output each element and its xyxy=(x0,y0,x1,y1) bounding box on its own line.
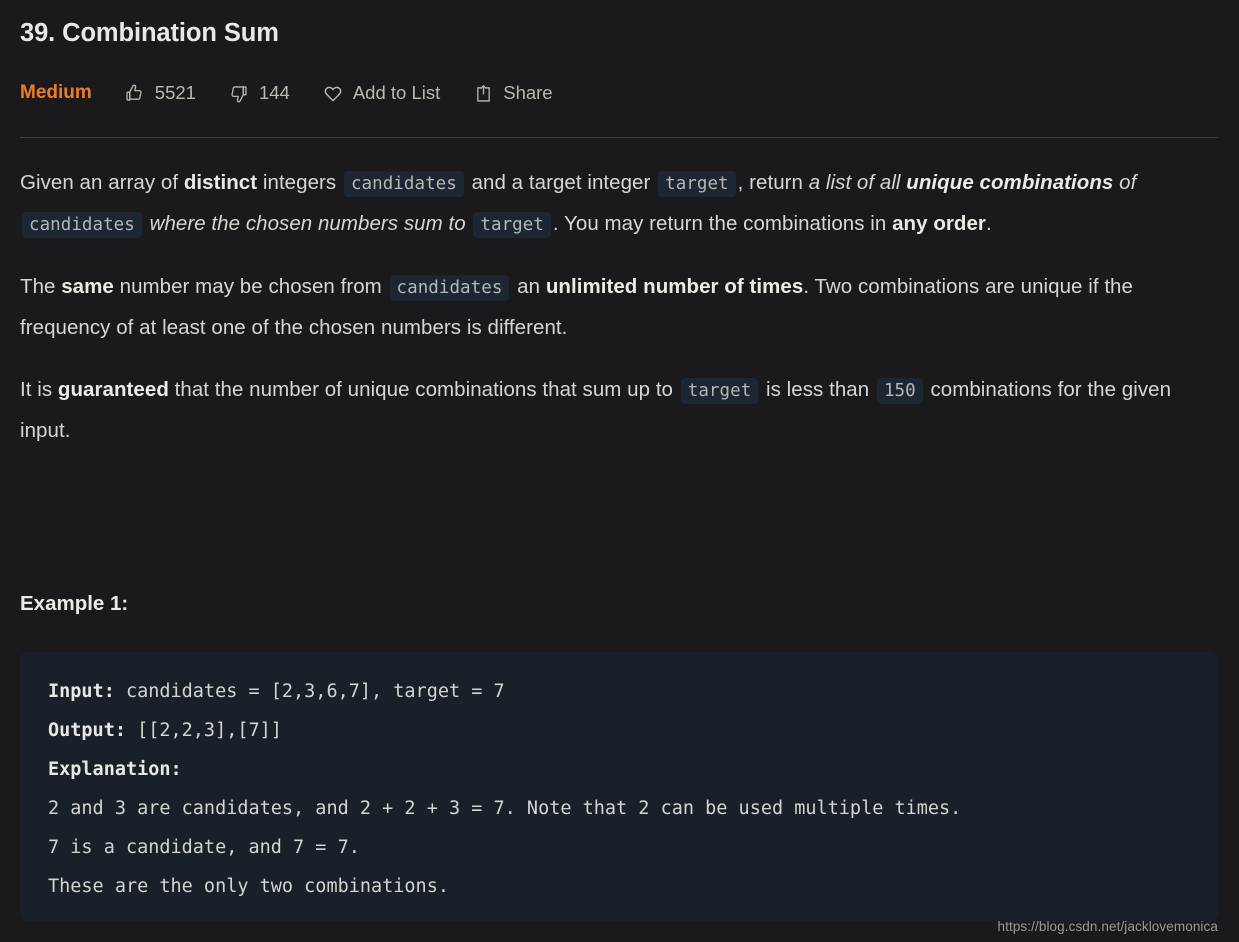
p1-bold-2: any order xyxy=(892,212,986,235)
p1-text-6: . xyxy=(985,212,992,235)
page-title: 39. Combination Sum xyxy=(20,19,279,47)
code-line: Explanation: xyxy=(48,750,1190,789)
example-heading: Example 1: xyxy=(20,592,129,615)
code-line-text: [[2,2,3],[7]] xyxy=(125,720,282,741)
watermark: https://blog.csdn.net/jacklovemonica xyxy=(997,919,1218,934)
share-icon xyxy=(472,82,494,104)
code-line-text: These are the only two combinations. xyxy=(48,876,449,897)
thumbs-up-icon xyxy=(124,82,146,104)
problem-page: 39. Combination Sum Medium 5521 144 Add … xyxy=(0,0,1239,942)
code-line: Output: [[2,2,3],[7]] xyxy=(48,711,1190,750)
inline-code-target-1: target xyxy=(658,171,736,197)
code-line-text: 7 is a candidate, and 7 = 7. xyxy=(48,837,360,858)
inline-code-150: 150 xyxy=(876,378,923,404)
dislike-count: 144 xyxy=(258,82,290,103)
add-to-list-label: Add to List xyxy=(352,82,441,103)
header-divider xyxy=(20,137,1218,138)
problem-description: Given an array of distinct integers cand… xyxy=(20,163,1220,451)
p3-text-1: It is xyxy=(20,378,58,401)
p1-bold-1: distinct xyxy=(183,171,258,194)
example-code-block: Input: candidates = [2,3,6,7], target = … xyxy=(20,652,1218,922)
problem-meta-row: Medium 5521 144 Add to List Share xyxy=(20,78,585,108)
p2-bold-2: unlimited number of times xyxy=(545,275,804,298)
like-button[interactable]: 5521 xyxy=(124,78,196,108)
description-paragraph-1: Given an array of distinct integers cand… xyxy=(20,163,1220,245)
heart-icon xyxy=(322,82,344,104)
code-line: Input: candidates = [2,3,6,7], target = … xyxy=(48,672,1190,711)
inline-code-target-3: target xyxy=(680,378,759,404)
p2-text-3: an xyxy=(511,275,546,298)
inline-code-candidates-3: candidates xyxy=(389,275,510,301)
p3-bold-1: guaranteed xyxy=(57,378,169,401)
p1-italic-bold-1: unique combinations xyxy=(906,171,1114,194)
inline-code-candidates-2: candidates xyxy=(22,212,142,238)
like-count: 5521 xyxy=(154,82,196,103)
code-line: 7 is a candidate, and 7 = 7. xyxy=(48,828,1190,867)
p2-bold-1: same xyxy=(61,275,114,298)
share-label: Share xyxy=(503,82,553,103)
code-line-text: candidates = [2,3,6,7], target = 7 xyxy=(114,681,505,702)
p1-text-3: and a target integer xyxy=(465,171,657,194)
dislike-button[interactable]: 144 xyxy=(228,78,290,108)
p3-text-3: is less than xyxy=(760,378,875,401)
description-paragraph-2: The same number may be chosen from candi… xyxy=(20,267,1220,348)
code-line-label: Input: xyxy=(48,681,115,702)
p1-italic-1: a list of all xyxy=(808,171,907,194)
code-line: These are the only two combinations. xyxy=(48,867,1190,906)
code-line-text: 2 and 3 are candidates, and 2 + 2 + 3 = … xyxy=(48,798,962,819)
p1-text-2: integers xyxy=(257,171,342,194)
inline-code-target-2: target xyxy=(473,212,551,238)
description-paragraph-3: It is guaranteed that the number of uniq… xyxy=(20,370,1220,451)
inline-code-candidates-1: candidates xyxy=(343,171,464,197)
p2-text-2: number may be chosen from xyxy=(113,275,388,298)
p1-italic-3: where the chosen numbers sum to xyxy=(143,212,472,235)
p1-text-4: , return xyxy=(737,171,809,194)
p2-text-1: The xyxy=(20,275,62,298)
difficulty-badge: Medium xyxy=(20,82,92,103)
p1-italic-2: of xyxy=(1113,171,1137,194)
thumbs-down-icon xyxy=(228,82,250,104)
code-line-label: Explanation: xyxy=(48,759,182,780)
code-line: 2 and 3 are candidates, and 2 + 2 + 3 = … xyxy=(48,789,1190,828)
add-to-list-button[interactable]: Add to List xyxy=(322,78,440,108)
code-line-label: Output: xyxy=(48,720,126,741)
share-button[interactable]: Share xyxy=(472,78,553,108)
p1-text-1: Given an array of xyxy=(20,171,184,194)
p3-text-2: that the number of unique combinations t… xyxy=(168,378,679,401)
p1-text-5: . You may return the combinations in xyxy=(552,212,893,235)
